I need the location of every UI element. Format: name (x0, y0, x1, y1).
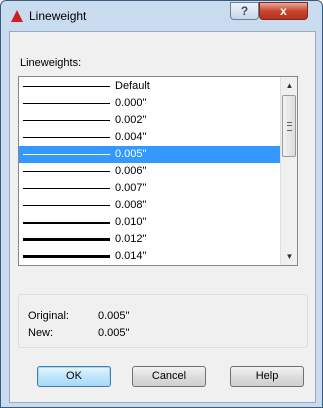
list-item-label: 0.007" (115, 182, 147, 194)
list-item-label: 0.008" (115, 199, 147, 211)
lineweight-sample (23, 222, 110, 224)
list-item-label: 0.006" (115, 165, 147, 177)
list-item-label: 0.004" (115, 131, 147, 143)
lineweight-sample (23, 205, 110, 206)
title-bar[interactable]: Lineweight ? x (1, 1, 322, 31)
close-button[interactable]: x (259, 2, 308, 20)
list-item[interactable]: 0.004" (19, 129, 280, 146)
list-item[interactable]: 0.000" (19, 95, 280, 112)
lineweight-info-panel: Original: 0.005" New: 0.005" (18, 294, 308, 348)
new-value: 0.005" (98, 327, 130, 339)
help-button[interactable]: Help (230, 366, 304, 387)
dialog-body: Lineweights: Default 0.000" 0.002" 0.004… (9, 31, 316, 403)
vertical-scrollbar[interactable]: ▲ ▼ (280, 77, 297, 265)
lineweight-sample (23, 154, 110, 155)
lineweight-sample (23, 86, 110, 87)
dialog-window: Lineweight ? x Lineweights: Default 0.00… (0, 0, 323, 408)
list-item[interactable]: 0.007" (19, 180, 280, 197)
list-item[interactable]: 0.010" (19, 214, 280, 231)
list-item-label: 0.012" (115, 233, 147, 245)
list-item[interactable]: 0.012" (19, 231, 280, 248)
list-item-label: 0.014" (115, 250, 147, 262)
ok-button[interactable]: OK (37, 366, 111, 387)
list-item-selected[interactable]: 0.005" (19, 146, 280, 163)
autocad-logo-icon (11, 10, 23, 22)
grip-icon (287, 122, 292, 131)
scroll-down-arrow-icon[interactable]: ▼ (281, 248, 297, 265)
lineweights-label: Lineweights: (20, 57, 82, 69)
original-value: 0.005" (98, 310, 130, 322)
list-item-label: 0.002" (115, 114, 147, 126)
list-item[interactable]: Default (19, 78, 280, 95)
help-caption-button[interactable]: ? (230, 2, 259, 20)
window-title: Lineweight (29, 9, 87, 23)
list-item-label: 0.005" (115, 148, 147, 160)
lineweight-sample (23, 137, 110, 138)
lineweight-sample (23, 188, 110, 189)
cancel-button[interactable]: Cancel (132, 366, 206, 387)
lineweight-sample (23, 103, 110, 104)
list-item-label: 0.010" (115, 216, 147, 228)
list-item[interactable]: 0.006" (19, 163, 280, 180)
lineweights-list[interactable]: Default 0.000" 0.002" 0.004" 0.005" 0.00… (18, 76, 298, 266)
list-item-label: Default (115, 80, 150, 92)
scroll-up-arrow-icon[interactable]: ▲ (281, 77, 297, 94)
lineweight-sample (23, 238, 110, 241)
scrollbar-thumb[interactable] (282, 95, 296, 157)
list-item-label: 0.000" (115, 97, 147, 109)
list-item[interactable]: 0.014" (19, 248, 280, 265)
lineweight-sample (23, 171, 110, 172)
lineweight-sample (23, 120, 110, 121)
list-item[interactable]: 0.008" (19, 197, 280, 214)
list-item[interactable]: 0.002" (19, 112, 280, 129)
lineweight-sample (23, 255, 110, 258)
original-label: Original: (28, 310, 69, 322)
new-label: New: (28, 327, 54, 339)
